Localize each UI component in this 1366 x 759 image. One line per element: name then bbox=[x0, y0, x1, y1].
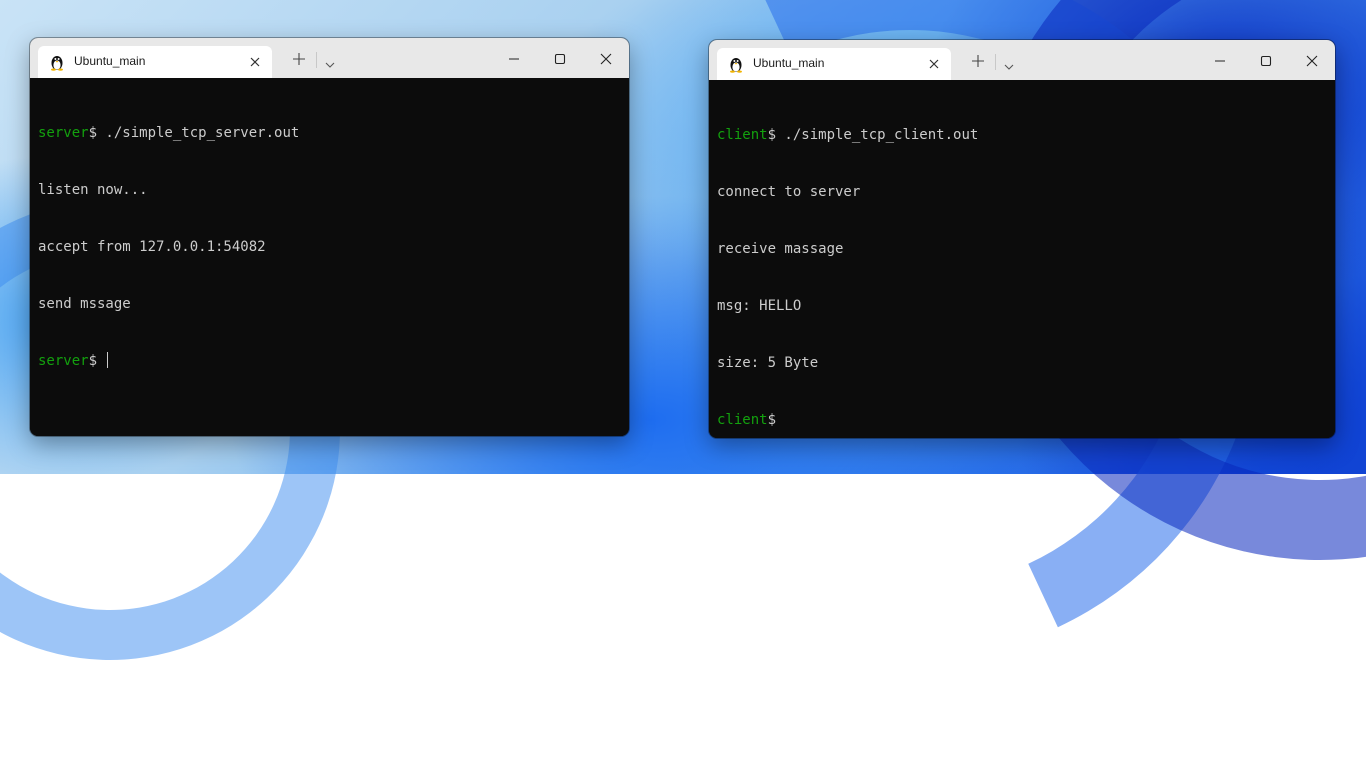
tab-ubuntu-main[interactable]: Ubuntu_main bbox=[38, 46, 272, 78]
text-cursor bbox=[107, 352, 109, 368]
client-terminal-window: Ubuntu_main client$ ./simple_tcp_client.… bbox=[709, 40, 1335, 438]
prompt-host: client bbox=[717, 127, 768, 143]
terminal-line: server$ ./simple_tcp_server.out bbox=[38, 124, 621, 143]
tab-title: Ubuntu_main bbox=[753, 56, 825, 70]
maximize-button[interactable] bbox=[1246, 50, 1286, 72]
terminal-line: client$ ./simple_tcp_client.out bbox=[717, 126, 1327, 145]
command-text: $ ./simple_tcp_client.out bbox=[767, 127, 979, 143]
terminal-line: size: 5 Byte bbox=[717, 354, 1327, 373]
terminal-output[interactable]: server$ ./simple_tcp_server.out listen n… bbox=[30, 78, 629, 436]
output-text: size: 5 Byte bbox=[717, 355, 819, 371]
output-text: send mssage bbox=[38, 296, 131, 312]
close-tab-icon[interactable] bbox=[248, 55, 262, 69]
tab-title: Ubuntu_main bbox=[74, 54, 146, 68]
output-text: accept from 127.0.0.1:54082 bbox=[38, 239, 266, 255]
minimize-button[interactable] bbox=[1200, 50, 1240, 72]
minimize-button[interactable] bbox=[494, 48, 534, 70]
command-text: $ ./simple_tcp_server.out bbox=[88, 125, 300, 141]
chevron-down-icon[interactable] bbox=[324, 56, 336, 68]
terminal-line: accept from 127.0.0.1:54082 bbox=[38, 238, 621, 257]
linux-tux-icon bbox=[48, 53, 66, 71]
terminal-line: send mssage bbox=[38, 295, 621, 314]
close-window-button[interactable] bbox=[586, 48, 626, 70]
new-tab-plus-icon[interactable] bbox=[292, 52, 306, 66]
command-text: $ bbox=[767, 412, 777, 428]
title-bar[interactable]: Ubuntu_main bbox=[709, 40, 1335, 80]
terminal-line: connect to server bbox=[717, 183, 1327, 202]
terminal-line: msg: HELLO bbox=[717, 297, 1327, 316]
linux-tux-icon bbox=[727, 55, 745, 73]
terminal-line: server$ bbox=[38, 352, 621, 371]
output-text: msg: HELLO bbox=[717, 298, 802, 314]
prompt-host: server bbox=[38, 353, 89, 369]
server-terminal-window: Ubuntu_main server$ ./simple_tcp_server.… bbox=[30, 38, 629, 436]
divider bbox=[316, 52, 317, 68]
terminal-output[interactable]: client$ ./simple_tcp_client.out connect … bbox=[709, 80, 1335, 438]
terminal-line: receive massage bbox=[717, 240, 1327, 259]
close-tab-icon[interactable] bbox=[927, 57, 941, 71]
terminal-line: listen now... bbox=[38, 181, 621, 200]
tab-ubuntu-main[interactable]: Ubuntu_main bbox=[717, 48, 951, 80]
output-text: connect to server bbox=[717, 184, 861, 200]
command-text: $ bbox=[88, 353, 106, 369]
title-bar[interactable]: Ubuntu_main bbox=[30, 38, 629, 78]
chevron-down-icon[interactable] bbox=[1003, 58, 1015, 70]
terminal-line: client$ bbox=[717, 411, 1327, 430]
divider bbox=[995, 54, 996, 70]
output-text: listen now... bbox=[38, 182, 148, 198]
prompt-host: server bbox=[38, 125, 89, 141]
output-text: receive massage bbox=[717, 241, 844, 257]
close-window-button[interactable] bbox=[1292, 50, 1332, 72]
prompt-host: client bbox=[717, 412, 768, 428]
new-tab-plus-icon[interactable] bbox=[971, 54, 985, 68]
maximize-button[interactable] bbox=[540, 48, 580, 70]
